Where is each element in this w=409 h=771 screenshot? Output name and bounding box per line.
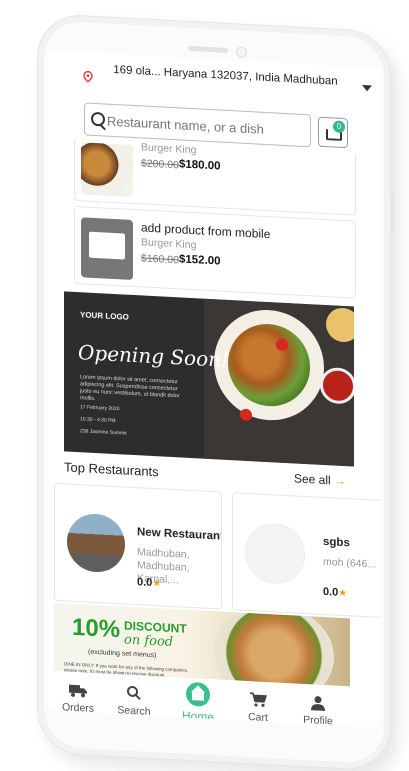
nav-home[interactable]: Home [168, 681, 228, 725]
banner-address: 238 Jasmine Summit [80, 428, 127, 437]
nav-label: Home [181, 708, 214, 725]
banner-logo: YOUR LOGO [80, 310, 129, 322]
home-icon [186, 681, 210, 708]
star-icon: ★ [338, 587, 348, 600]
restaurant-card[interactable]: New Restaurants Madhuban, Madhuban, Karn… [54, 482, 222, 610]
banner-description: Lorem ipsum dolor sit amet, consectetur … [80, 374, 180, 403]
restaurant-rating: 0.0★ [137, 576, 161, 589]
search-bar[interactable] [84, 102, 311, 148]
promo-percent: 10% [72, 613, 121, 644]
chevron-down-icon[interactable] [362, 84, 372, 92]
restaurant-name: New Restaurants [137, 526, 222, 544]
nav-label: Profile [303, 713, 333, 728]
product-restaurant: Burger King [141, 236, 197, 252]
nav-label: Orders [61, 701, 95, 715]
restaurant-rating: 0.0★ [323, 586, 347, 599]
restaurant-image [245, 521, 305, 585]
cart-icon [250, 692, 267, 707]
nav-label: Cart [248, 711, 268, 725]
see-all-link[interactable]: See all → [294, 471, 346, 488]
promo-banner[interactable]: YOUR LOGO Opening Soon! Lorem ipsum dolo… [64, 291, 354, 467]
banner-date: 17 February 2020 [80, 404, 120, 413]
nav-profile[interactable]: Profile [288, 693, 348, 728]
product-card[interactable]: Burger King $200.00 $180.00 [74, 139, 356, 216]
product-card[interactable]: add product from mobile Burger King $160… [74, 205, 356, 299]
nav-cart[interactable]: Cart [228, 690, 288, 725]
speaker-grille [188, 45, 228, 53]
banner-time: 10:30 - 4:30 PM [80, 416, 116, 425]
product-image [81, 142, 133, 197]
star-icon: ★ [152, 577, 162, 590]
location-pin-icon [83, 70, 93, 83]
cart-count-badge: 0 [333, 120, 345, 134]
promo-on-food: on food [124, 632, 174, 651]
promo-exclusion: (excluding set menus) [88, 648, 157, 660]
see-all-label: See all [294, 471, 331, 488]
product-price: $152.00 [179, 253, 221, 268]
product-old-price: $160.00 [141, 252, 179, 267]
product-image [81, 217, 133, 280]
search-icon [127, 685, 141, 701]
restaurant-image [67, 512, 125, 574]
section-title: Top Restaurants [64, 459, 159, 480]
rating-value: 0.0 [137, 576, 153, 589]
arrow-right-icon: → [334, 473, 347, 489]
product-old-price: $200.00 [141, 157, 179, 172]
restaurant-name: sgbs [323, 535, 350, 550]
product-price: $180.00 [179, 158, 221, 173]
search-icon [91, 111, 105, 127]
cart-button[interactable]: 0 [318, 116, 348, 149]
app-screen: 169 ola... Haryana 132037, India Madhuba… [48, 50, 380, 728]
restaurant-address: moh (646... [323, 555, 377, 571]
nav-label: Search [117, 704, 151, 718]
restaurant-card[interactable]: sgbs moh (646... 0.0★ [232, 492, 380, 619]
nav-search[interactable]: Search [104, 683, 164, 718]
rating-value: 0.0 [323, 585, 339, 599]
truck-icon [69, 684, 87, 698]
nav-orders[interactable]: Orders [48, 681, 108, 716]
location-bar[interactable]: 169 ola... Haryana 132037, India Madhuba… [48, 51, 380, 108]
phone-frame: 169 ola... Haryana 132037, India Madhuba… [38, 14, 394, 771]
banner-tomato [240, 408, 252, 422]
user-icon [311, 696, 325, 712]
delivery-address: 169 ola... Haryana 132037, India Madhuba… [113, 63, 338, 88]
banner-tomato [276, 338, 288, 352]
search-input[interactable] [105, 109, 304, 142]
front-camera [236, 46, 247, 58]
side-button [390, 192, 394, 233]
product-restaurant: Burger King [141, 141, 197, 157]
